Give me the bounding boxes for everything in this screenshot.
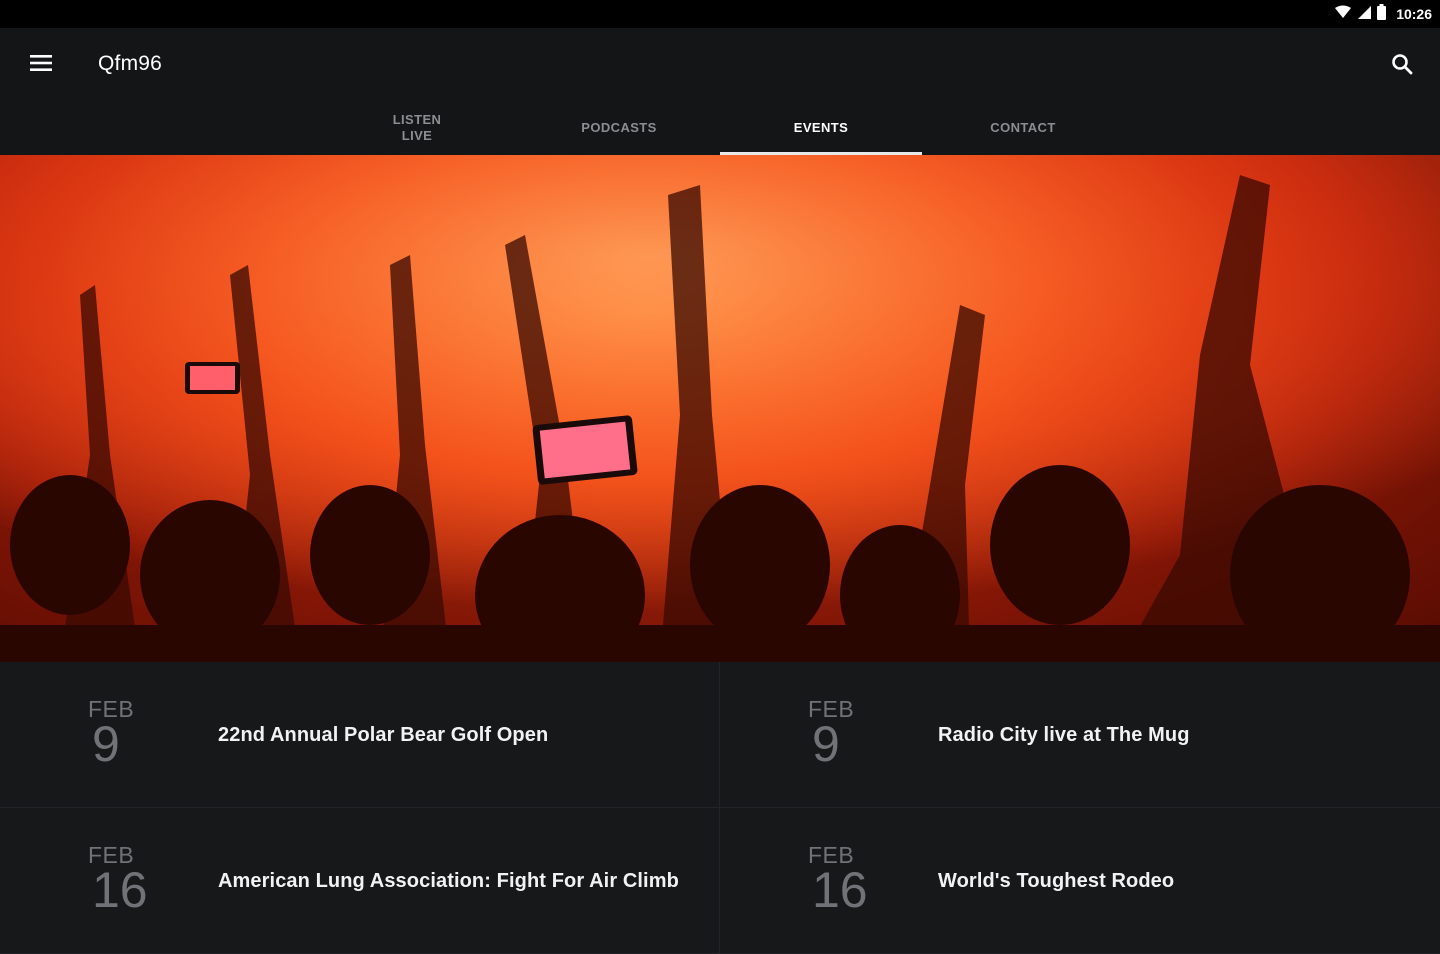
- tab-listen-live-label: LISTEN LIVE: [392, 111, 442, 143]
- app-bar: Qfm96 LISTEN LIVE PODCASTS EVENTS CONTAC…: [0, 28, 1440, 155]
- event-title: Radio City live at The Mug: [938, 724, 1190, 746]
- status-bar: 10:26: [0, 0, 1440, 28]
- hero-concert-crowd-image: [0, 155, 1440, 662]
- tab-contact[interactable]: CONTACT: [922, 100, 1124, 155]
- crowd-silhouette: [0, 155, 1440, 662]
- event-day: 9: [812, 716, 840, 772]
- tab-bar: LISTEN LIVE PODCASTS EVENTS CONTACT: [316, 100, 1124, 155]
- event-card[interactable]: FEB 9 22nd Annual Polar Bear Golf Open: [0, 662, 720, 808]
- hamburger-menu-icon: [30, 54, 52, 77]
- events-list: FEB 9 22nd Annual Polar Bear Golf Open F…: [0, 662, 1440, 954]
- event-day: 16: [92, 862, 148, 918]
- tab-contact-label: CONTACT: [990, 119, 1056, 135]
- search-icon: [1391, 53, 1413, 80]
- event-title: 22nd Annual Polar Bear Golf Open: [218, 724, 549, 746]
- event-title: World's Toughest Rodeo: [938, 870, 1175, 892]
- battery-icon: [1377, 3, 1387, 25]
- tab-listen-live[interactable]: LISTEN LIVE: [316, 100, 518, 155]
- tab-podcasts[interactable]: PODCASTS: [518, 100, 720, 155]
- status-time: 10:26: [1396, 6, 1432, 22]
- event-card[interactable]: FEB 16 World's Toughest Rodeo: [720, 808, 1440, 954]
- app-title: Qfm96: [98, 52, 163, 75]
- menu-button[interactable]: [20, 46, 62, 84]
- search-button[interactable]: [1382, 46, 1422, 86]
- cell-signal-icon: [1357, 5, 1372, 24]
- event-day: 9: [92, 716, 120, 772]
- event-card[interactable]: FEB 9 Radio City live at The Mug: [720, 662, 1440, 808]
- event-title: American Lung Association: Fight For Air…: [218, 870, 679, 892]
- event-day: 16: [812, 862, 868, 918]
- wifi-icon: [1335, 5, 1352, 24]
- event-card[interactable]: FEB 16 American Lung Association: Fight …: [0, 808, 720, 954]
- tab-podcasts-label: PODCASTS: [581, 119, 657, 135]
- tab-events[interactable]: EVENTS: [720, 100, 922, 155]
- tab-events-label: EVENTS: [793, 119, 849, 135]
- status-icons: 10:26: [1335, 3, 1432, 25]
